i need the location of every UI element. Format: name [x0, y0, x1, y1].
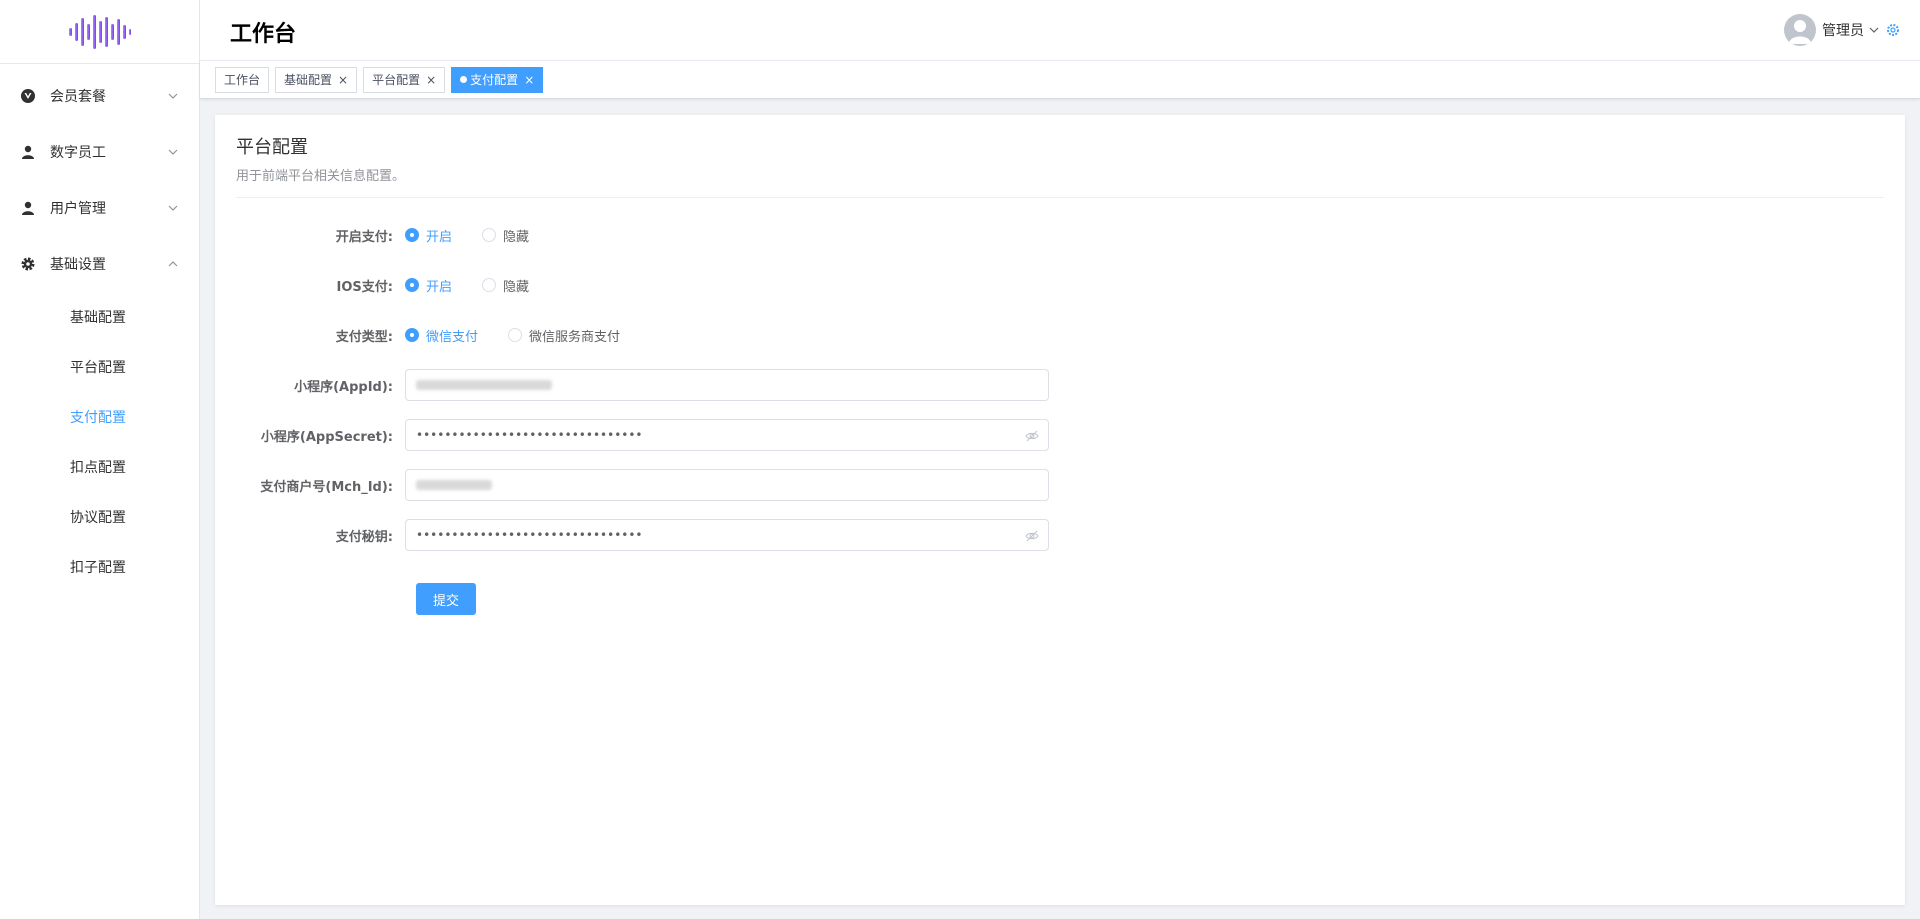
tab-platform-config[interactable]: 平台配置 ×: [363, 66, 446, 93]
radio-label: 隐藏: [503, 229, 530, 245]
sidebar-item-label: 用户管理: [50, 201, 106, 217]
password-value: ••••••••••••••••••••••••••••••••: [416, 528, 643, 542]
radio-unchecked-icon: [508, 328, 523, 342]
appid-input[interactable]: [405, 369, 1049, 401]
user-menu[interactable]: 管理员: [1784, 14, 1900, 46]
radio-label: 微信支付: [426, 329, 479, 345]
logo-icon: [68, 14, 131, 49]
radio-checked-icon: [405, 228, 419, 242]
card-title: 平台配置: [236, 137, 308, 158]
blurred-value: [416, 480, 492, 490]
field-label: 支付商户号(Mch_Id):: [260, 479, 393, 495]
header: 工作台 管理员: [200, 0, 1920, 61]
radio-label: 开启: [426, 229, 453, 245]
radio-ios-pay-hide[interactable]: 隐藏: [482, 276, 529, 295]
field-label: 小程序(AppId):: [294, 379, 393, 395]
avatar[interactable]: [1784, 14, 1816, 46]
close-icon[interactable]: ×: [426, 68, 436, 92]
radio-ios-pay-on[interactable]: 开启: [405, 276, 452, 295]
field-label: 支付秘钥:: [335, 529, 393, 545]
pay-secret-input[interactable]: ••••••••••••••••••••••••••••••••: [405, 519, 1049, 551]
radio-label: 微信服务商支付: [529, 329, 621, 345]
divider: [236, 197, 1884, 198]
sidebar-subitem-agreement-config[interactable]: 协议配置: [0, 492, 199, 542]
sidebar-item-label: 数字员工: [50, 145, 106, 161]
sidebar-item-membership[interactable]: 会员套餐: [0, 68, 199, 124]
radio-checked-icon: [405, 328, 419, 342]
chevron-down-icon: [168, 149, 178, 155]
field-label: 支付类型:: [335, 329, 393, 345]
sidebar-item-label: 会员套餐: [50, 89, 106, 105]
tags-view: 工作台 基础配置 × 平台配置 × 支付配置 ×: [200, 61, 1920, 99]
chevron-down-icon: [168, 93, 178, 99]
config-card: 平台配置 用于前端平台相关信息配置。 开启支付: 开启 隐藏 IOS支付: 开启…: [215, 115, 1905, 905]
tab-payment-config[interactable]: 支付配置 ×: [451, 66, 544, 93]
radio-pay-enable-on[interactable]: 开启: [405, 226, 452, 245]
user-avatar-icon: [1789, 20, 1811, 44]
password-value: ••••••••••••••••••••••••••••••••: [416, 428, 643, 442]
logo: [0, 0, 199, 64]
sidebar-item-digital-staff[interactable]: 数字员工: [0, 124, 199, 180]
tab-workbench[interactable]: 工作台: [215, 66, 270, 93]
radio-pay-enable-hide[interactable]: 隐藏: [482, 226, 529, 245]
sidebar-subitem-payment-config[interactable]: 支付配置: [0, 392, 199, 442]
tab-label: 平台配置: [372, 72, 421, 87]
username[interactable]: 管理员: [1822, 20, 1864, 40]
sidebar-subitem-basic-config[interactable]: 基础配置: [0, 292, 199, 342]
tab-label: 工作台: [224, 72, 261, 87]
radio-pay-type-wechat-provider[interactable]: 微信服务商支付: [508, 326, 620, 345]
sidebar-subitem-deduction-config[interactable]: 扣点配置: [0, 442, 199, 492]
form-row-appsecret: 小程序(AppSecret): ••••••••••••••••••••••••…: [215, 419, 1215, 451]
form-row-mch-id: 支付商户号(Mch_Id):: [215, 469, 1215, 501]
chevron-down-icon: [168, 205, 178, 211]
form-row-pay-secret: 支付秘钥: ••••••••••••••••••••••••••••••••: [215, 519, 1215, 551]
card-subtitle: 用于前端平台相关信息配置。: [236, 169, 406, 184]
settings-icon[interactable]: [1886, 23, 1900, 37]
eye-off-icon[interactable]: [1025, 529, 1039, 543]
vue-icon: [20, 88, 36, 104]
chevron-down-icon[interactable]: [1868, 24, 1880, 36]
sidebar: 会员套餐 数字员工 用户管理 基础设置 基础配置 平台配置 支付配置 扣点配置 …: [0, 0, 200, 919]
sidebar-item-user-management[interactable]: 用户管理: [0, 180, 199, 236]
form-row-pay-type: 支付类型: 微信支付 微信服务商支付: [215, 319, 1215, 351]
submit-button[interactable]: 提交: [416, 583, 476, 615]
page-title: 工作台: [230, 22, 297, 47]
gear-icon: [20, 256, 36, 272]
appsecret-input[interactable]: ••••••••••••••••••••••••••••••••: [405, 419, 1049, 451]
sidebar-item-label: 基础设置: [50, 257, 106, 273]
radio-unchecked-icon: [482, 228, 497, 242]
radio-pay-type-wechat[interactable]: 微信支付: [405, 326, 478, 345]
tab-label: 支付配置: [470, 72, 519, 87]
tab-label: 基础配置: [284, 72, 333, 87]
radio-unchecked-icon: [482, 278, 497, 292]
mch-id-input[interactable]: [405, 469, 1049, 501]
radio-checked-icon: [405, 278, 419, 292]
user-icon: [20, 144, 36, 160]
sidebar-item-basic-settings[interactable]: 基础设置: [0, 236, 199, 292]
field-label: 小程序(AppSecret):: [260, 429, 393, 445]
tab-basic-config[interactable]: 基础配置 ×: [275, 66, 358, 93]
active-dot-icon: [460, 76, 468, 83]
form-row-appid: 小程序(AppId):: [215, 369, 1215, 401]
blurred-value: [416, 380, 552, 390]
chevron-up-icon: [168, 261, 178, 267]
close-icon[interactable]: ×: [338, 68, 348, 92]
close-icon[interactable]: ×: [524, 68, 534, 92]
form-row-ios-pay: IOS支付: 开启 隐藏: [215, 269, 1215, 301]
radio-label: 隐藏: [503, 279, 530, 295]
user-icon: [20, 200, 36, 216]
radio-label: 开启: [426, 279, 453, 295]
eye-off-icon[interactable]: [1025, 429, 1039, 443]
sidebar-subitem-platform-config[interactable]: 平台配置: [0, 342, 199, 392]
field-label: 开启支付:: [335, 229, 393, 245]
form-row-pay-enable: 开启支付: 开启 隐藏: [215, 219, 1215, 251]
field-label: IOS支付:: [336, 279, 393, 295]
sidebar-subitem-coze-config[interactable]: 扣子配置: [0, 542, 199, 592]
